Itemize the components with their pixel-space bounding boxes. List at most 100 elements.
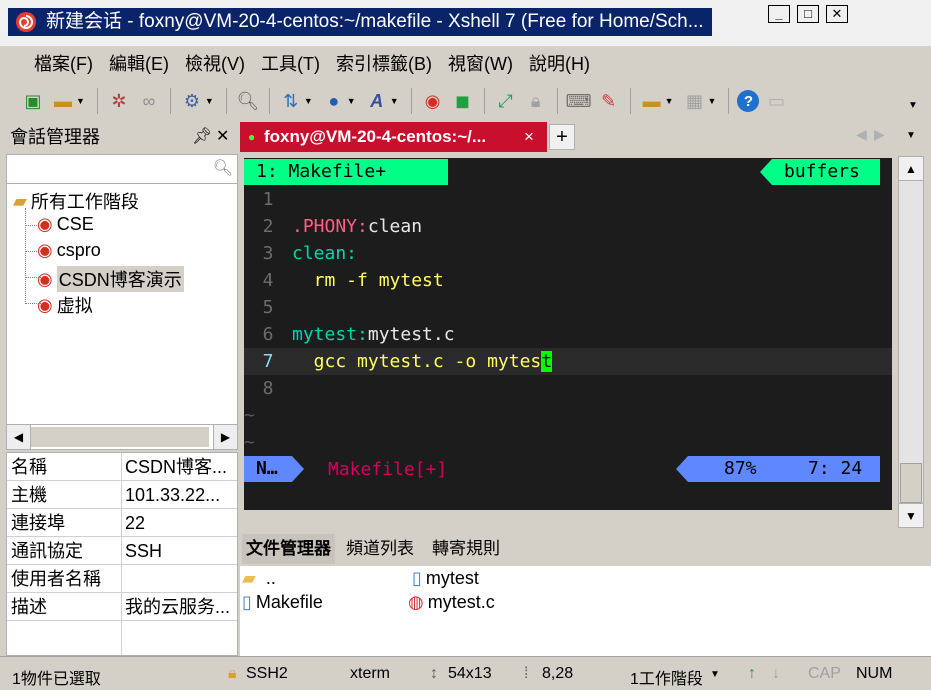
menu-tools[interactable]: 工具(T) bbox=[253, 50, 328, 76]
code-line[interactable]: 5 bbox=[244, 294, 892, 321]
session-manager-title: 會話管理器 bbox=[10, 127, 100, 147]
tab-close-icon[interactable]: × bbox=[524, 122, 534, 152]
code-line[interactable]: 2 .PHONY:clean bbox=[244, 213, 892, 240]
tab-scroll-right-icon[interactable]: ▶ bbox=[874, 126, 885, 143]
folder-icon: ▰ bbox=[242, 568, 256, 588]
tab-forwarding-rules[interactable]: 轉寄規則 bbox=[432, 534, 500, 564]
pin-icon[interactable]: 📌︎ bbox=[192, 122, 212, 152]
session-search-input[interactable]: 🔍︎ bbox=[6, 154, 238, 184]
tab-active-session[interactable]: ● foxny@VM-20-4-centos:~/... × bbox=[240, 122, 547, 152]
menu-window[interactable]: 視窗(W) bbox=[440, 50, 521, 76]
menu-file[interactable]: 檔案(F) bbox=[26, 50, 101, 76]
code-line[interactable]: 3 clean: bbox=[244, 240, 892, 267]
menu-bar: 檔案(F) 編輯(E) 檢視(V) 工具(T) 索引標籤(B) 視窗(W) 說明… bbox=[0, 46, 931, 80]
font-icon[interactable]: A bbox=[364, 88, 390, 114]
status-sessions: 1工作階段 bbox=[630, 671, 703, 688]
session-item-virtual[interactable]: ◉ 虚拟 bbox=[37, 292, 93, 318]
chevron-down-icon[interactable]: ▼ bbox=[390, 96, 399, 106]
code-line[interactable]: 6 mytest:mytest.c bbox=[244, 321, 892, 348]
folder-icon: ▰ bbox=[13, 190, 27, 211]
code-line[interactable]: 1 bbox=[244, 186, 892, 213]
scroll-down-icon[interactable]: ▼ bbox=[899, 503, 923, 527]
maximize-button[interactable]: □ bbox=[797, 5, 819, 23]
tab-file-manager[interactable]: 文件管理器 bbox=[242, 534, 335, 564]
code-line[interactable]: 8 bbox=[244, 375, 892, 402]
keyboard-icon[interactable]: ⌨ bbox=[566, 88, 592, 114]
tab-scroll-left-icon[interactable]: ◀ bbox=[856, 126, 867, 143]
lock-icon[interactable]: 🔒︎ bbox=[523, 88, 549, 114]
xshell-icon[interactable]: ◉ bbox=[420, 88, 446, 114]
scroll-left-icon[interactable]: ◀ bbox=[7, 425, 31, 449]
chevron-down-icon[interactable]: ▼ bbox=[205, 96, 214, 106]
property-key: 名稱 bbox=[11, 457, 47, 477]
property-value: CSDN博客... bbox=[125, 457, 228, 477]
xftp-icon[interactable]: ◼ bbox=[450, 88, 476, 114]
line-number: 4 bbox=[262, 270, 274, 291]
add-tab-button[interactable]: + bbox=[549, 124, 575, 150]
connected-dot-icon: ● bbox=[248, 130, 256, 144]
sessions-chevron-down-icon[interactable]: ▼ bbox=[710, 669, 720, 680]
code-token: gcc mytest.c -o mytes bbox=[292, 351, 542, 372]
close-window-button[interactable]: ✕ bbox=[826, 5, 848, 23]
disconnect-icon[interactable]: ∞ bbox=[136, 88, 162, 114]
terminal[interactable]: 1: Makefile+ buffers 1 2 .PHONY:clean 3 clea… bbox=[244, 158, 892, 510]
reconnect-icon[interactable]: ✲ bbox=[106, 88, 132, 114]
tree-horizontal-scrollbar[interactable]: ◀ ▶ bbox=[6, 424, 238, 450]
session-item-cspro[interactable]: ◉ cspro bbox=[37, 240, 101, 261]
file-name: mytest bbox=[425, 568, 479, 588]
chevron-down-icon[interactable]: ▼ bbox=[76, 96, 85, 106]
fullscreen-icon[interactable]: ⤢ bbox=[493, 88, 519, 114]
file-name: Makefile bbox=[255, 592, 323, 612]
status-caps-lock: CAP bbox=[808, 665, 841, 682]
menu-view[interactable]: 檢視(V) bbox=[177, 50, 253, 76]
property-value: 22 bbox=[125, 513, 146, 533]
minimize-button[interactable]: _ bbox=[768, 5, 790, 23]
globe-icon[interactable]: ● bbox=[321, 88, 347, 114]
menu-tab[interactable]: 索引標籤(B) bbox=[328, 50, 440, 76]
line-number: 7 bbox=[262, 351, 274, 372]
tilde-line: ~ bbox=[244, 405, 255, 426]
highlight-icon[interactable]: ✎ bbox=[596, 88, 622, 114]
add-folder-icon[interactable]: ▬ bbox=[639, 88, 665, 114]
close-panel-icon[interactable]: ✕ bbox=[216, 122, 229, 152]
new-session-icon[interactable]: ▣ bbox=[20, 88, 46, 114]
code-area[interactable]: 1 2 .PHONY:clean 3 clean: 4 rm -f mytest 5 6 myt… bbox=[244, 186, 892, 402]
chevron-down-icon[interactable]: ▼ bbox=[347, 96, 356, 106]
find-icon[interactable]: 🔍︎ bbox=[235, 88, 261, 114]
file-item-parent[interactable]: ▰ .. bbox=[242, 568, 276, 589]
file-item-mytest-c[interactable]: ◍ mytest.c bbox=[408, 592, 495, 613]
menu-edit[interactable]: 編輯(E) bbox=[101, 50, 177, 76]
scroll-thumb[interactable] bbox=[31, 427, 209, 447]
session-item-csdn[interactable]: ◉ CSDN博客演示 bbox=[37, 266, 184, 292]
help-icon[interactable]: ? bbox=[737, 90, 760, 112]
scroll-thumb[interactable] bbox=[900, 463, 922, 503]
menu-help[interactable]: 說明(H) bbox=[521, 50, 598, 76]
tab-label: foxny@VM-20-4-centos:~/... bbox=[264, 127, 487, 146]
xshell-logo-icon bbox=[16, 12, 36, 32]
tree-root-all-sessions[interactable]: ▰ 所有工作階段 bbox=[13, 188, 139, 214]
property-row: 主機 101.33.22... bbox=[7, 481, 237, 509]
code-line[interactable]: 7 gcc mytest.c -o mytest bbox=[244, 348, 892, 375]
file-item-mytest[interactable]: ▯ mytest bbox=[412, 568, 479, 589]
scroll-up-icon[interactable]: ▲ bbox=[899, 157, 923, 181]
tree-connector bbox=[25, 208, 26, 304]
chevron-down-icon[interactable]: ▼ bbox=[708, 96, 717, 106]
code-line[interactable]: 4 rm -f mytest bbox=[244, 267, 892, 294]
scroll-right-icon[interactable]: ▶ bbox=[213, 425, 237, 449]
chat-icon[interactable]: ▭ bbox=[763, 88, 789, 114]
chevron-down-icon[interactable]: ▼ bbox=[665, 96, 674, 106]
vim-cursor-position: 7: 24 bbox=[808, 458, 863, 479]
terminal-vertical-scrollbar[interactable]: ▲ ▼ bbox=[898, 156, 924, 528]
search-icon[interactable]: 🔍︎ bbox=[213, 158, 233, 178]
file-item-makefile[interactable]: ▯ Makefile bbox=[242, 592, 323, 613]
properties-icon[interactable]: ⚙ bbox=[179, 88, 205, 114]
layout-icon[interactable]: ▦ bbox=[682, 88, 708, 114]
toolbar-overflow-icon[interactable]: ▼ bbox=[908, 100, 918, 111]
transfer-icon[interactable]: ⇅ bbox=[278, 88, 304, 114]
chevron-down-icon[interactable]: ▼ bbox=[304, 96, 313, 106]
session-item-cse[interactable]: ◉ CSE bbox=[37, 214, 94, 235]
tab-list-chevron-down-icon[interactable]: ▼ bbox=[906, 130, 916, 141]
code-token: rm -f mytest bbox=[292, 270, 444, 291]
open-folder-icon[interactable]: ▬ bbox=[50, 88, 76, 114]
tab-channel-list[interactable]: 頻道列表 bbox=[346, 534, 414, 564]
